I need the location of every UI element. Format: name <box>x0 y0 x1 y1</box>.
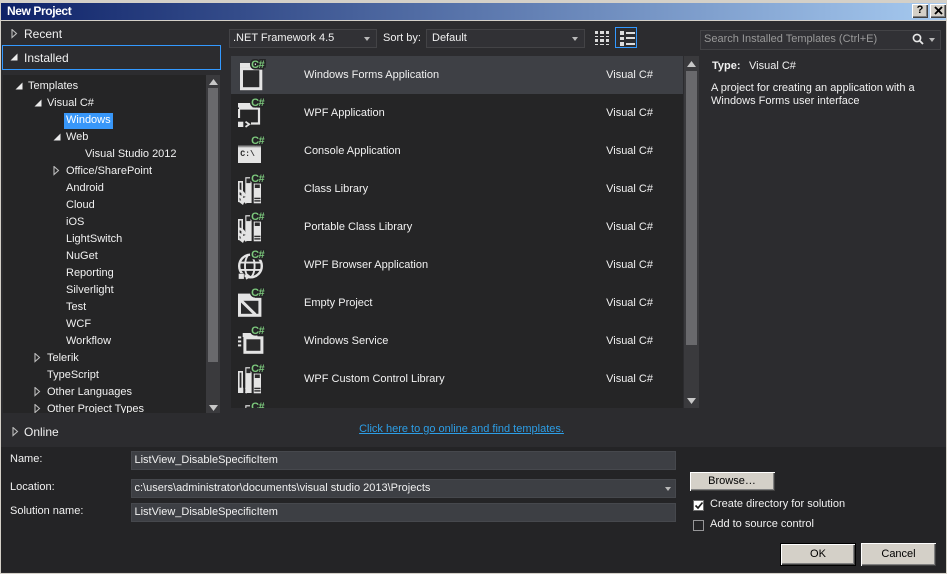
svg-text:C#: C# <box>251 97 264 109</box>
svg-text:C#: C# <box>251 287 264 299</box>
svg-text:C#: C# <box>251 249 264 261</box>
svg-text:C#: C# <box>251 401 264 408</box>
svg-text:C#: C# <box>251 173 264 185</box>
svg-text:C#: C# <box>251 363 264 375</box>
svg-text:C#: C# <box>251 211 264 223</box>
svg-text:C#: C# <box>251 135 264 147</box>
svg-text:C#: C# <box>251 325 264 337</box>
svg-text:C:\: C:\ <box>240 149 255 159</box>
svg-text:C#: C# <box>251 59 264 71</box>
